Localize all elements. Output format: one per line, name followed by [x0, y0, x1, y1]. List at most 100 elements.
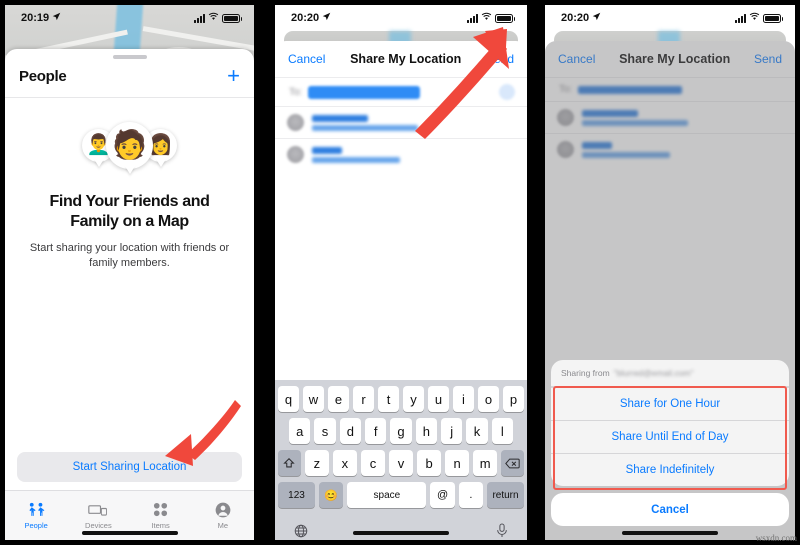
key-i[interactable]: i [453, 386, 474, 412]
status-time: 20:20 [291, 12, 320, 24]
location-arrow-icon [52, 12, 61, 24]
tab-label: Devices [85, 521, 112, 530]
status-bar: 20:19 [5, 5, 254, 31]
key-a[interactable]: a [289, 418, 311, 444]
key-b[interactable]: b [417, 450, 442, 476]
start-sharing-location-button[interactable]: Start Sharing Location [17, 452, 242, 482]
key-e[interactable]: e [328, 386, 349, 412]
emoji-key[interactable]: 😊 [319, 482, 344, 508]
add-person-button[interactable]: + [227, 65, 240, 87]
to-label: To: [289, 86, 303, 98]
phone-panel-2: 20:20 Cancel Share My Location Send To: … [275, 5, 527, 540]
sharing-from-email: "blurred@email.com" [613, 368, 694, 378]
contact-name [312, 146, 342, 154]
memoji-group: 👨‍🦱 🧑 👩 [5, 114, 254, 176]
status-bar: 20:20 [275, 5, 527, 31]
tab-label: People [24, 521, 48, 530]
avatar [287, 114, 304, 131]
phone-panel-1: 20:19 People + [5, 5, 254, 540]
tab-people[interactable]: People [5, 491, 67, 540]
location-arrow-icon [322, 12, 331, 24]
microphone-icon[interactable] [496, 523, 508, 540]
key-d[interactable]: d [339, 418, 361, 444]
modal-title: Share My Location [350, 52, 462, 66]
share-duration-action-sheet: Sharing from "blurred@email.com" Share f… [551, 360, 789, 526]
list-item[interactable] [275, 106, 527, 138]
share-one-hour-button[interactable]: Share for One Hour [551, 387, 789, 420]
key-c[interactable]: c [360, 450, 385, 476]
return-key[interactable]: return [486, 482, 525, 508]
battery-icon [495, 13, 515, 23]
key-l[interactable]: l [491, 418, 513, 444]
devices-icon [88, 501, 108, 518]
key-v[interactable]: v [388, 450, 414, 476]
sheet-header: People + [5, 59, 254, 98]
wifi-icon [749, 12, 760, 24]
status-time: 20:20 [561, 12, 590, 24]
status-time: 20:19 [21, 12, 50, 24]
period-key[interactable]: . [458, 482, 483, 508]
share-location-compose-screen: 20:20 Cancel Share My Location Send To: … [275, 5, 527, 540]
key-n[interactable]: n [445, 450, 470, 476]
status-bar: 20:20 [545, 5, 795, 31]
wifi-icon [481, 12, 492, 24]
recipient-token[interactable] [308, 85, 421, 99]
space-key[interactable]: space [347, 482, 427, 508]
key-u[interactable]: u [428, 386, 449, 412]
send-button[interactable]: Send [486, 52, 514, 66]
key-f[interactable]: f [365, 418, 387, 444]
action-sheet-options-group: Sharing from "blurred@email.com" Share f… [551, 360, 789, 486]
key-x[interactable]: x [332, 450, 357, 476]
keyboard-row-4: 123 😊 space @ . return [278, 482, 525, 508]
key-w[interactable]: w [303, 386, 324, 412]
key-j[interactable]: j [440, 418, 463, 444]
key-t[interactable]: t [378, 386, 399, 412]
key-z[interactable]: z [304, 450, 329, 476]
items-icon [153, 501, 168, 518]
list-item[interactable] [275, 138, 527, 170]
key-y[interactable]: y [403, 386, 424, 412]
key-o[interactable]: o [478, 386, 499, 412]
backspace-icon[interactable] [501, 450, 525, 476]
shift-icon[interactable] [278, 450, 301, 476]
cellular-bars-icon [735, 13, 746, 23]
home-indicator [353, 531, 449, 535]
people-icon [27, 501, 46, 518]
avatar [287, 146, 304, 163]
headline-line-2: Family on a Map [70, 213, 189, 230]
home-indicator [81, 531, 178, 535]
tab-me[interactable]: Me [192, 491, 254, 540]
key-h[interactable]: h [415, 418, 437, 444]
cellular-bars-icon [467, 13, 478, 23]
recipient-field[interactable]: To: [275, 77, 527, 106]
key-m[interactable]: m [473, 450, 498, 476]
cancel-button[interactable]: Cancel [288, 52, 325, 66]
location-arrow-icon [592, 12, 601, 24]
key-q[interactable]: q [278, 386, 299, 412]
on-screen-keyboard[interactable]: q w e r t y u i o p a s d f g h j k l z … [275, 380, 527, 540]
contact-detail [312, 156, 400, 163]
wifi-icon [208, 12, 219, 24]
contact-name [312, 114, 368, 122]
watermark: wsxdn.com [755, 533, 797, 543]
cellular-bars-icon [194, 13, 205, 23]
person-circle-icon [215, 501, 231, 518]
globe-icon[interactable] [294, 524, 308, 541]
numbers-key[interactable]: 123 [278, 482, 316, 508]
add-contact-icon[interactable] [499, 84, 515, 100]
key-g[interactable]: g [390, 418, 412, 444]
action-sheet-cancel-button[interactable]: Cancel [551, 493, 789, 526]
key-r[interactable]: r [353, 386, 374, 412]
key-k[interactable]: k [466, 418, 488, 444]
findmy-people-screen: 20:19 People + [5, 5, 254, 540]
key-p[interactable]: p [503, 386, 524, 412]
keyboard-row-3: z x c v b n m [278, 450, 525, 476]
share-my-location-modal: Cancel Share My Location Send To: [545, 41, 795, 540]
share-indefinitely-button[interactable]: Share Indefinitely [551, 453, 789, 486]
share-until-end-of-day-button[interactable]: Share Until End of Day [551, 420, 789, 453]
home-indicator [622, 531, 718, 535]
at-key[interactable]: @ [430, 482, 455, 508]
modal-header: Cancel Share My Location Send [275, 41, 527, 77]
key-s[interactable]: s [314, 418, 336, 444]
headline-line-1: Find Your Friends and [49, 193, 210, 210]
